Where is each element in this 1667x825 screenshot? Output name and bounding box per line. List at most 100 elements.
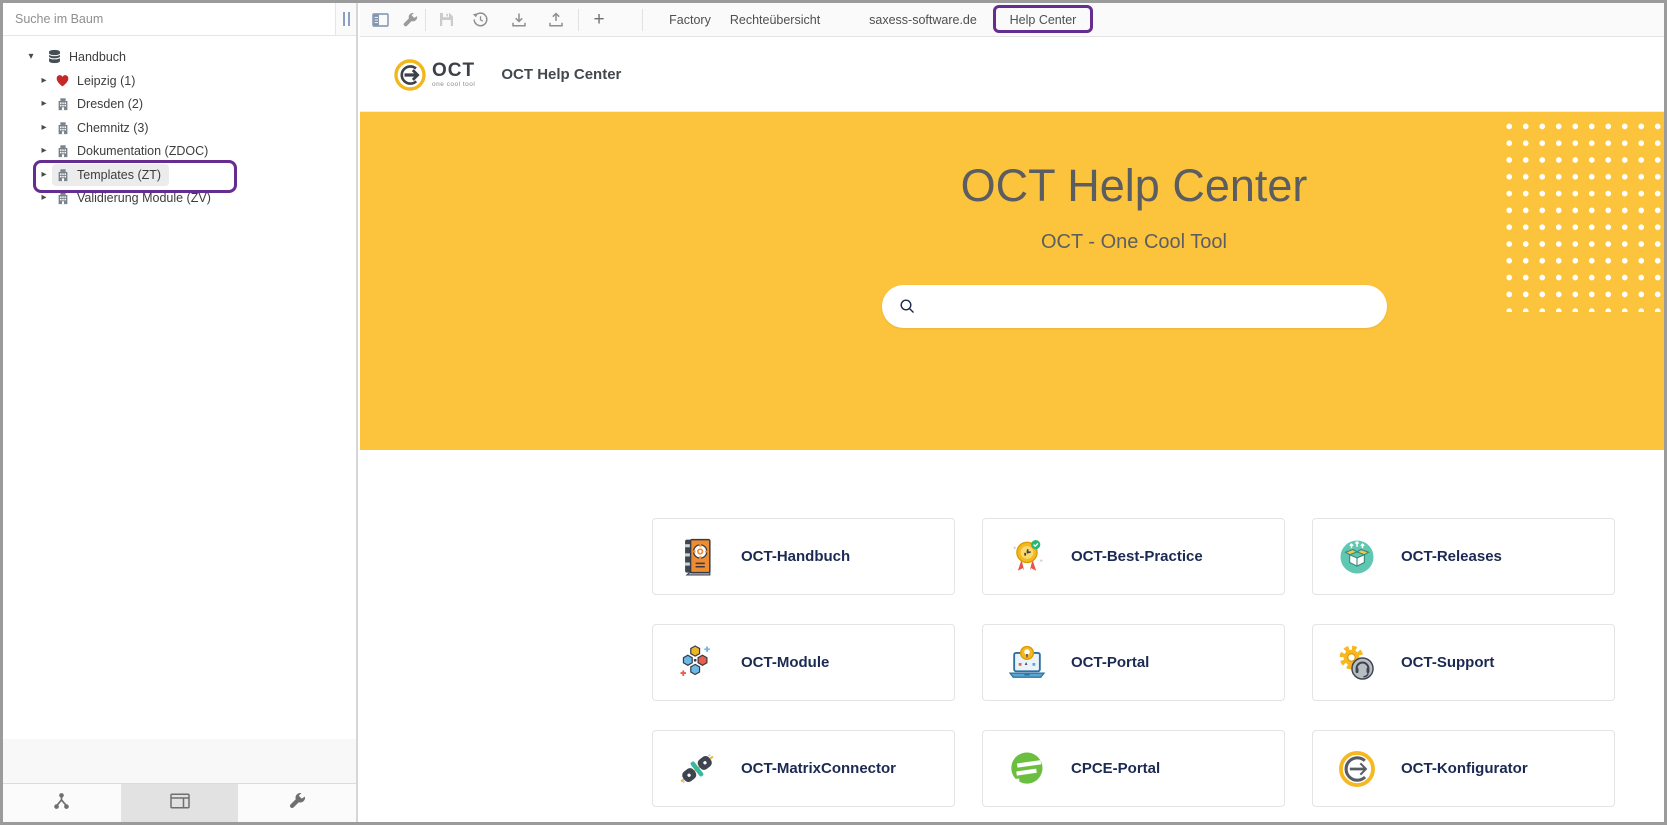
chevron-right-icon[interactable]: ▸ <box>38 192 50 204</box>
building-icon <box>55 167 70 182</box>
tree-item-validierung[interactable]: ▸ Validierung Module (ZV) <box>3 186 356 209</box>
logo-tagline: one cool tool <box>432 82 475 89</box>
tree-item-dokumentation[interactable]: ▸ Dokumentation (ZDOC) <box>3 139 356 162</box>
package-icon <box>1334 534 1380 580</box>
book-icon <box>674 534 720 580</box>
card-oct-konfigurator[interactable]: OCT-Konfigurator <box>1312 730 1615 807</box>
wrench-icon <box>402 12 418 28</box>
card-oct-support[interactable]: OCT-Support <box>1312 624 1615 701</box>
tree-item-selected-highlight: Templates (ZT) <box>52 164 169 186</box>
add-tab-button[interactable]: + <box>588 9 610 31</box>
chevron-right-icon[interactable]: ▸ <box>38 75 50 87</box>
tab-help-center[interactable]: Help Center <box>1010 3 1077 37</box>
card-oct-module[interactable]: OCT-Module <box>652 624 955 701</box>
page-header: OCT one cool tool OCT Help Center <box>360 38 1664 112</box>
card-oct-releases[interactable]: OCT-Releases <box>1312 518 1615 595</box>
save-button[interactable] <box>435 9 457 31</box>
hexagons-icon <box>674 640 720 686</box>
hero-title: OCT Help Center <box>652 160 1616 212</box>
oct-ring-icon <box>1334 746 1380 792</box>
connector-icon <box>674 746 720 792</box>
card-label: OCT-Releases <box>1401 548 1502 565</box>
tree-item-label: Dokumentation (ZDOC) <box>77 144 208 158</box>
card-oct-handbuch[interactable]: OCT-Handbuch <box>652 518 955 595</box>
tab-factory[interactable]: Factory <box>669 3 711 37</box>
hierarchy-icon <box>52 792 71 815</box>
chevron-right-icon[interactable]: ▸ <box>38 98 50 110</box>
oct-logo: OCT one cool tool <box>394 59 475 91</box>
hero-search-box[interactable] <box>882 285 1387 328</box>
logo-wordmark: OCT <box>432 61 475 80</box>
tree-item-chemnitz[interactable]: ▸ Chemnitz (3) <box>3 116 356 139</box>
main-toolbar: + Factory Rechteübersicht saxess-softwar… <box>360 3 1664 37</box>
tab-rechteuebersicht[interactable]: Rechteübersicht <box>730 3 820 37</box>
card-label: OCT-MatrixConnector <box>741 760 896 777</box>
card-oct-portal[interactable]: OCT-Portal <box>982 624 1285 701</box>
sidebar-tab-table[interactable] <box>121 784 239 822</box>
save-icon <box>439 12 454 27</box>
chevron-right-icon[interactable]: ▸ <box>38 145 50 157</box>
history-icon <box>472 11 489 28</box>
sidebar-topbar <box>3 3 356 36</box>
upload-button[interactable] <box>545 9 567 31</box>
card-label: CPCE-Portal <box>1071 760 1160 777</box>
building-icon <box>55 96 70 111</box>
app-window: ▾ Handbuch ▸ Leipzig (1) <box>0 0 1667 825</box>
card-label: OCT-Support <box>1401 654 1494 671</box>
main-area: + Factory Rechteübersicht saxess-softwar… <box>360 3 1664 822</box>
oct-logo-icon <box>394 59 426 91</box>
chevron-right-icon[interactable]: ▸ <box>38 169 50 181</box>
sidebar: ▾ Handbuch ▸ Leipzig (1) <box>3 3 358 822</box>
card-label: OCT-Best-Practice <box>1071 548 1203 565</box>
hero-search-input[interactable] <box>916 285 1387 328</box>
toolbar-separator <box>578 9 579 31</box>
tree-item-leipzig[interactable]: ▸ Leipzig (1) <box>3 69 356 92</box>
card-label: OCT-Portal <box>1071 654 1149 671</box>
sidebar-bottom-strip <box>3 739 356 783</box>
panel-toggle-icon <box>372 13 389 27</box>
download-icon <box>511 12 527 28</box>
chevron-right-icon[interactable]: ▸ <box>38 122 50 134</box>
card-label: OCT-Handbuch <box>741 548 850 565</box>
sidebar-tab-wrench[interactable] <box>238 784 356 822</box>
tab-saxess-software[interactable]: saxess-software.de <box>869 3 977 37</box>
tree-item-templates[interactable]: ▸ Templates (ZT) <box>3 163 356 186</box>
cpce-logo-icon <box>1004 746 1050 792</box>
wrench-button[interactable] <box>399 9 421 31</box>
toolbar-separator <box>642 9 643 31</box>
grip-icon <box>343 12 350 26</box>
sidebar-tab-hierarchy[interactable] <box>3 784 121 822</box>
tree-search[interactable] <box>3 3 336 35</box>
search-icon <box>899 298 916 315</box>
tree-item-handbuch[interactable]: ▾ Handbuch <box>3 45 356 68</box>
medal-icon <box>1004 534 1050 580</box>
help-card-grid: OCT-Handbuch OCT-Best-Practice OCT-Relea… <box>652 518 1616 807</box>
plus-icon: + <box>593 10 604 29</box>
card-label: OCT-Konfigurator <box>1401 760 1528 777</box>
building-icon <box>55 120 70 135</box>
card-oct-matrixconnector[interactable]: OCT-MatrixConnector <box>652 730 955 807</box>
database-icon <box>47 49 62 64</box>
upload-icon <box>548 12 564 28</box>
tree-item-label: Handbuch <box>69 50 126 64</box>
panel-toggle-button[interactable] <box>369 9 391 31</box>
support-icon <box>1334 640 1380 686</box>
tree-item-dresden[interactable]: ▸ Dresden (2) <box>3 92 356 115</box>
page-title: OCT Help Center <box>501 66 621 83</box>
table-icon <box>170 793 190 814</box>
tree-item-label: Validierung Module (ZV) <box>77 191 211 205</box>
building-icon <box>55 190 70 205</box>
chevron-down-icon[interactable]: ▾ <box>25 51 37 63</box>
wrench-icon <box>288 792 306 815</box>
toolbar-separator <box>425 9 426 31</box>
heart-icon <box>55 73 70 88</box>
history-button[interactable] <box>469 9 491 31</box>
splitter-handle[interactable] <box>336 3 356 35</box>
card-oct-best-practice[interactable]: OCT-Best-Practice <box>982 518 1285 595</box>
tree-item-label: Leipzig (1) <box>77 74 135 88</box>
hero-banner: OCT Help Center OCT - One Cool Tool <box>360 112 1664 450</box>
card-cpce-portal[interactable]: CPCE-Portal <box>982 730 1285 807</box>
tree-search-input[interactable] <box>3 12 335 26</box>
download-button[interactable] <box>508 9 530 31</box>
hero-content: OCT Help Center OCT - One Cool Tool <box>652 112 1616 328</box>
